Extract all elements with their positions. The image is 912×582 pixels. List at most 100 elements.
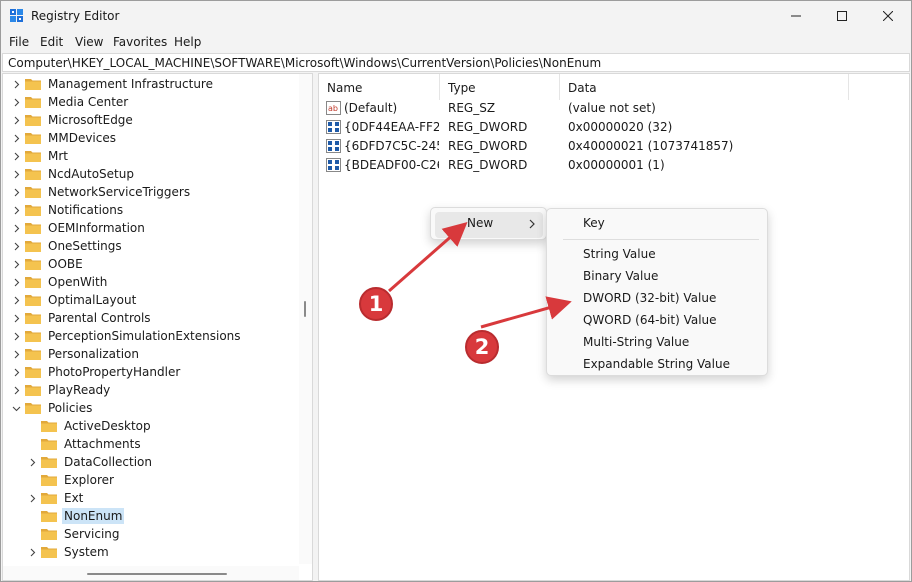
value-data-cell: (value not set): [568, 101, 656, 115]
tree-item[interactable]: MicrosoftEdge: [10, 111, 135, 129]
folder-icon: [41, 547, 57, 558]
value-row[interactable]: {6DFD7C5C-245... REG_DWORD 0x40000021 (107…: [319, 137, 909, 156]
chevron-right-icon[interactable]: [10, 363, 22, 381]
tree-item[interactable]: NonEnum: [26, 507, 125, 525]
folder-icon: [25, 79, 41, 90]
tree-item[interactable]: Parental Controls: [10, 309, 153, 327]
submenu-dword-value[interactable]: DWORD (32-bit) Value: [583, 291, 716, 305]
tree-item[interactable]: ActiveDesktop: [26, 417, 153, 435]
context-menu: New: [430, 207, 547, 240]
chevron-right-icon[interactable]: [10, 291, 22, 309]
title-bar[interactable]: Registry Editor: [1, 1, 911, 31]
tree-item-label: Mrt: [48, 149, 68, 163]
registry-editor-window: Registry Editor File Edit View Favorites…: [0, 0, 912, 582]
column-header-type[interactable]: Type: [440, 74, 560, 100]
minimize-button[interactable]: [773, 1, 819, 31]
column-header-name[interactable]: Name: [319, 74, 440, 100]
chevron-right-icon[interactable]: [10, 201, 22, 219]
folder-icon: [25, 97, 41, 108]
tree-vertical-scrollbar[interactable]: [299, 74, 312, 564]
chevron-right-icon[interactable]: [26, 489, 38, 507]
folder-icon: [25, 349, 41, 360]
tree-horizontal-scroll-thumb[interactable]: [87, 573, 227, 575]
chevron-right-icon[interactable]: [10, 345, 22, 363]
chevron-right-icon[interactable]: [10, 237, 22, 255]
value-row[interactable]: {BDEADF00-C26... REG_DWORD 0x00000001 (1): [319, 156, 909, 175]
tree-item[interactable]: OOBE: [10, 255, 85, 273]
tree-item[interactable]: Servicing: [26, 525, 122, 543]
tree-item-label: Personalization: [48, 347, 139, 361]
chevron-right-icon[interactable]: [10, 183, 22, 201]
folder-icon: [25, 187, 41, 198]
chevron-right-icon[interactable]: [10, 309, 22, 327]
chevron-right-icon[interactable]: [10, 327, 22, 345]
tree-item[interactable]: Notifications: [10, 201, 125, 219]
key-tree-pane[interactable]: Management Infrastructure Media Center Mic…: [2, 73, 313, 581]
chevron-right-icon[interactable]: [10, 111, 22, 129]
tree-item[interactable]: MMDevices: [10, 129, 118, 147]
chevron-right-icon[interactable]: [26, 453, 38, 471]
tree-item[interactable]: OneSettings: [10, 237, 124, 255]
maximize-icon: [837, 11, 847, 21]
tree-item[interactable]: PlayReady: [10, 381, 112, 399]
chevron-right-icon[interactable]: [10, 219, 22, 237]
tree-item-label: Notifications: [48, 203, 124, 217]
tree-item[interactable]: Explorer: [26, 471, 116, 489]
menu-bar: File Edit View Favorites Help: [1, 32, 911, 52]
tree-item[interactable]: PerceptionSimulationExtensions: [10, 327, 243, 345]
value-name-cell: {0DF44EAA-FF21...: [344, 120, 439, 134]
chevron-right-icon[interactable]: [26, 543, 38, 561]
address-bar[interactable]: Computer\HKEY_LOCAL_MACHINE\SOFTWARE\Mic…: [2, 53, 910, 72]
tree-item[interactable]: System: [26, 543, 111, 561]
tree-item[interactable]: Mrt: [10, 147, 70, 165]
tree-item[interactable]: DataCollection: [26, 453, 154, 471]
tree-item[interactable]: Attachments: [26, 435, 143, 453]
menu-help[interactable]: Help: [174, 35, 201, 49]
menu-view[interactable]: View: [75, 35, 103, 49]
submenu-qword-value[interactable]: QWORD (64-bit) Value: [583, 313, 717, 327]
submenu-binary-value[interactable]: Binary Value: [583, 269, 658, 283]
column-header-data[interactable]: Data: [560, 74, 849, 100]
tree-item[interactable]: OpenWith: [10, 273, 109, 291]
menu-favorites[interactable]: Favorites: [113, 35, 167, 49]
tree-item[interactable]: NetworkServiceTriggers: [10, 183, 192, 201]
chevron-right-icon[interactable]: [10, 147, 22, 165]
context-menu-new[interactable]: New: [467, 216, 493, 230]
tree-item[interactable]: Management Infrastructure: [10, 75, 215, 93]
tree-item-label: MicrosoftEdge: [48, 113, 133, 127]
chevron-down-icon[interactable]: [10, 399, 22, 417]
value-data-cell: 0x00000001 (1): [568, 158, 665, 172]
chevron-right-icon[interactable]: [10, 273, 22, 291]
tree-item[interactable]: NcdAutoSetup: [10, 165, 136, 183]
tree-vertical-scroll-thumb[interactable]: [304, 301, 306, 317]
submenu-expandable-string-value[interactable]: Expandable String Value: [583, 357, 730, 371]
chevron-right-icon[interactable]: [10, 129, 22, 147]
folder-icon: [25, 277, 41, 288]
chevron-right-icon[interactable]: [10, 255, 22, 273]
tree-item[interactable]: OEMInformation: [10, 219, 147, 237]
chevron-right-icon[interactable]: [10, 75, 22, 93]
chevron-right-icon[interactable]: [10, 381, 22, 399]
tree-item[interactable]: Ext: [26, 489, 85, 507]
close-icon: [883, 11, 893, 21]
menu-edit[interactable]: Edit: [40, 35, 63, 49]
tree-item[interactable]: Policies: [10, 399, 94, 417]
folder-icon: [41, 493, 57, 504]
close-button[interactable]: [865, 1, 911, 31]
submenu-multi-string-value[interactable]: Multi-String Value: [583, 335, 689, 349]
maximize-button[interactable]: [819, 1, 865, 31]
submenu-key[interactable]: Key: [583, 216, 605, 230]
tree-item[interactable]: Personalization: [10, 345, 141, 363]
value-row[interactable]: ab (Default) REG_SZ (value not set): [319, 99, 909, 118]
chevron-right-icon[interactable]: [10, 93, 22, 111]
menu-file[interactable]: File: [9, 35, 29, 49]
tree-item[interactable]: OptimalLayout: [10, 291, 138, 309]
tree-horizontal-scrollbar[interactable]: [3, 566, 299, 580]
tree-item[interactable]: PhotoPropertyHandler: [10, 363, 182, 381]
value-row[interactable]: {0DF44EAA-FF21... REG_DWORD 0x00000020 (32…: [319, 118, 909, 137]
tree-item[interactable]: Media Center: [10, 93, 130, 111]
submenu-string-value[interactable]: String Value: [583, 247, 656, 261]
value-data-cell: 0x40000021 (1073741857): [568, 139, 734, 153]
chevron-right-icon[interactable]: [10, 165, 22, 183]
folder-icon: [41, 529, 57, 540]
